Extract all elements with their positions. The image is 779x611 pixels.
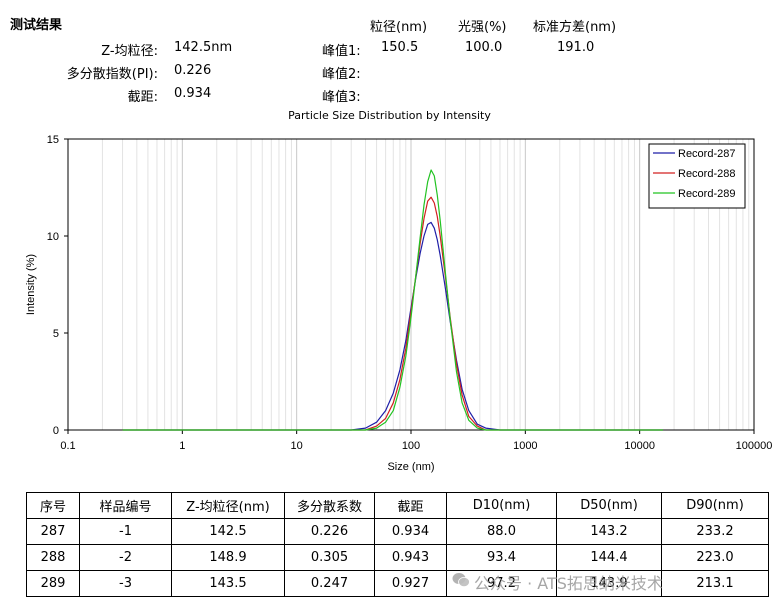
x-tick-label: 100000: [736, 440, 773, 452]
x-tick-label: 1: [179, 440, 185, 452]
x-axis-title: Size (nm): [387, 461, 434, 473]
table-row: 288 -2 148.9 0.305 0.943 93.4 144.4 223.…: [26, 544, 769, 571]
table-cell: -1: [79, 518, 172, 545]
table-cell: 223.0: [661, 544, 769, 571]
table-row: 287 -1 142.5 0.226 0.934 88.0 143.2 233.…: [26, 518, 769, 545]
header-z-average: Z-均粒径(nm): [171, 492, 285, 519]
x-tick-label: 10000: [624, 440, 655, 452]
table-cell: -2: [79, 544, 172, 571]
table-cell: 148.9: [171, 544, 285, 571]
header-intercept: 截距: [374, 492, 447, 519]
header-d10: D10(nm): [446, 492, 557, 519]
legend-label: Record-288: [678, 168, 735, 180]
header-sample-id: 样品编号: [79, 492, 172, 519]
table-cell: 0.934: [374, 518, 447, 545]
table-cell: 233.2: [661, 518, 769, 545]
table-cell: 0.247: [284, 570, 375, 597]
y-tick-label: 15: [47, 134, 59, 146]
table-cell: 0.943: [374, 544, 447, 571]
table-cell: 213.1: [661, 570, 769, 597]
table-cell: 142.5: [171, 518, 285, 545]
table-cell: 289: [26, 570, 80, 597]
header-d90: D90(nm): [661, 492, 769, 519]
x-tick-label: 100: [402, 440, 420, 452]
table-cell: 93.4: [446, 544, 557, 571]
x-tick-label: 0.1: [60, 440, 75, 452]
table-cell: 0.226: [284, 518, 375, 545]
table-cell: 288: [26, 544, 80, 571]
x-tick-label: 1000: [513, 440, 537, 452]
header-pdi: 多分散系数: [284, 492, 375, 519]
x-tick-label: 10: [291, 440, 303, 452]
legend-label: Record-287: [678, 148, 735, 160]
table-cell: 144.4: [556, 544, 662, 571]
table-cell: -3: [79, 570, 172, 597]
table-cell: 88.0: [446, 518, 557, 545]
legend-label: Record-289: [678, 188, 735, 200]
y-tick-label: 0: [53, 425, 59, 437]
intensity-distribution-chart: 0.1 1 10 100 1000 10000 100000 0 5 10 15 Record-28…: [25, 134, 773, 473]
table-cell: 0.305: [284, 544, 375, 571]
header-index: 序号: [26, 492, 80, 519]
table-cell: 143.5: [171, 570, 285, 597]
y-tick-label: 5: [53, 328, 59, 340]
table-header-row: 序号 样品编号 Z-均粒径(nm) 多分散系数 截距 D10(nm) D50(n…: [26, 492, 769, 519]
table-cell: 0.927: [374, 570, 447, 597]
table-cell: 143.2: [556, 518, 662, 545]
y-tick-label: 10: [47, 231, 59, 243]
table-cell: 287: [26, 518, 80, 545]
header-d50: D50(nm): [556, 492, 662, 519]
wechat-icon: [452, 573, 470, 587]
y-axis-title: Intensity (%): [25, 254, 37, 315]
watermark: 公众号 · ATS拓思纳米技术: [474, 574, 663, 593]
